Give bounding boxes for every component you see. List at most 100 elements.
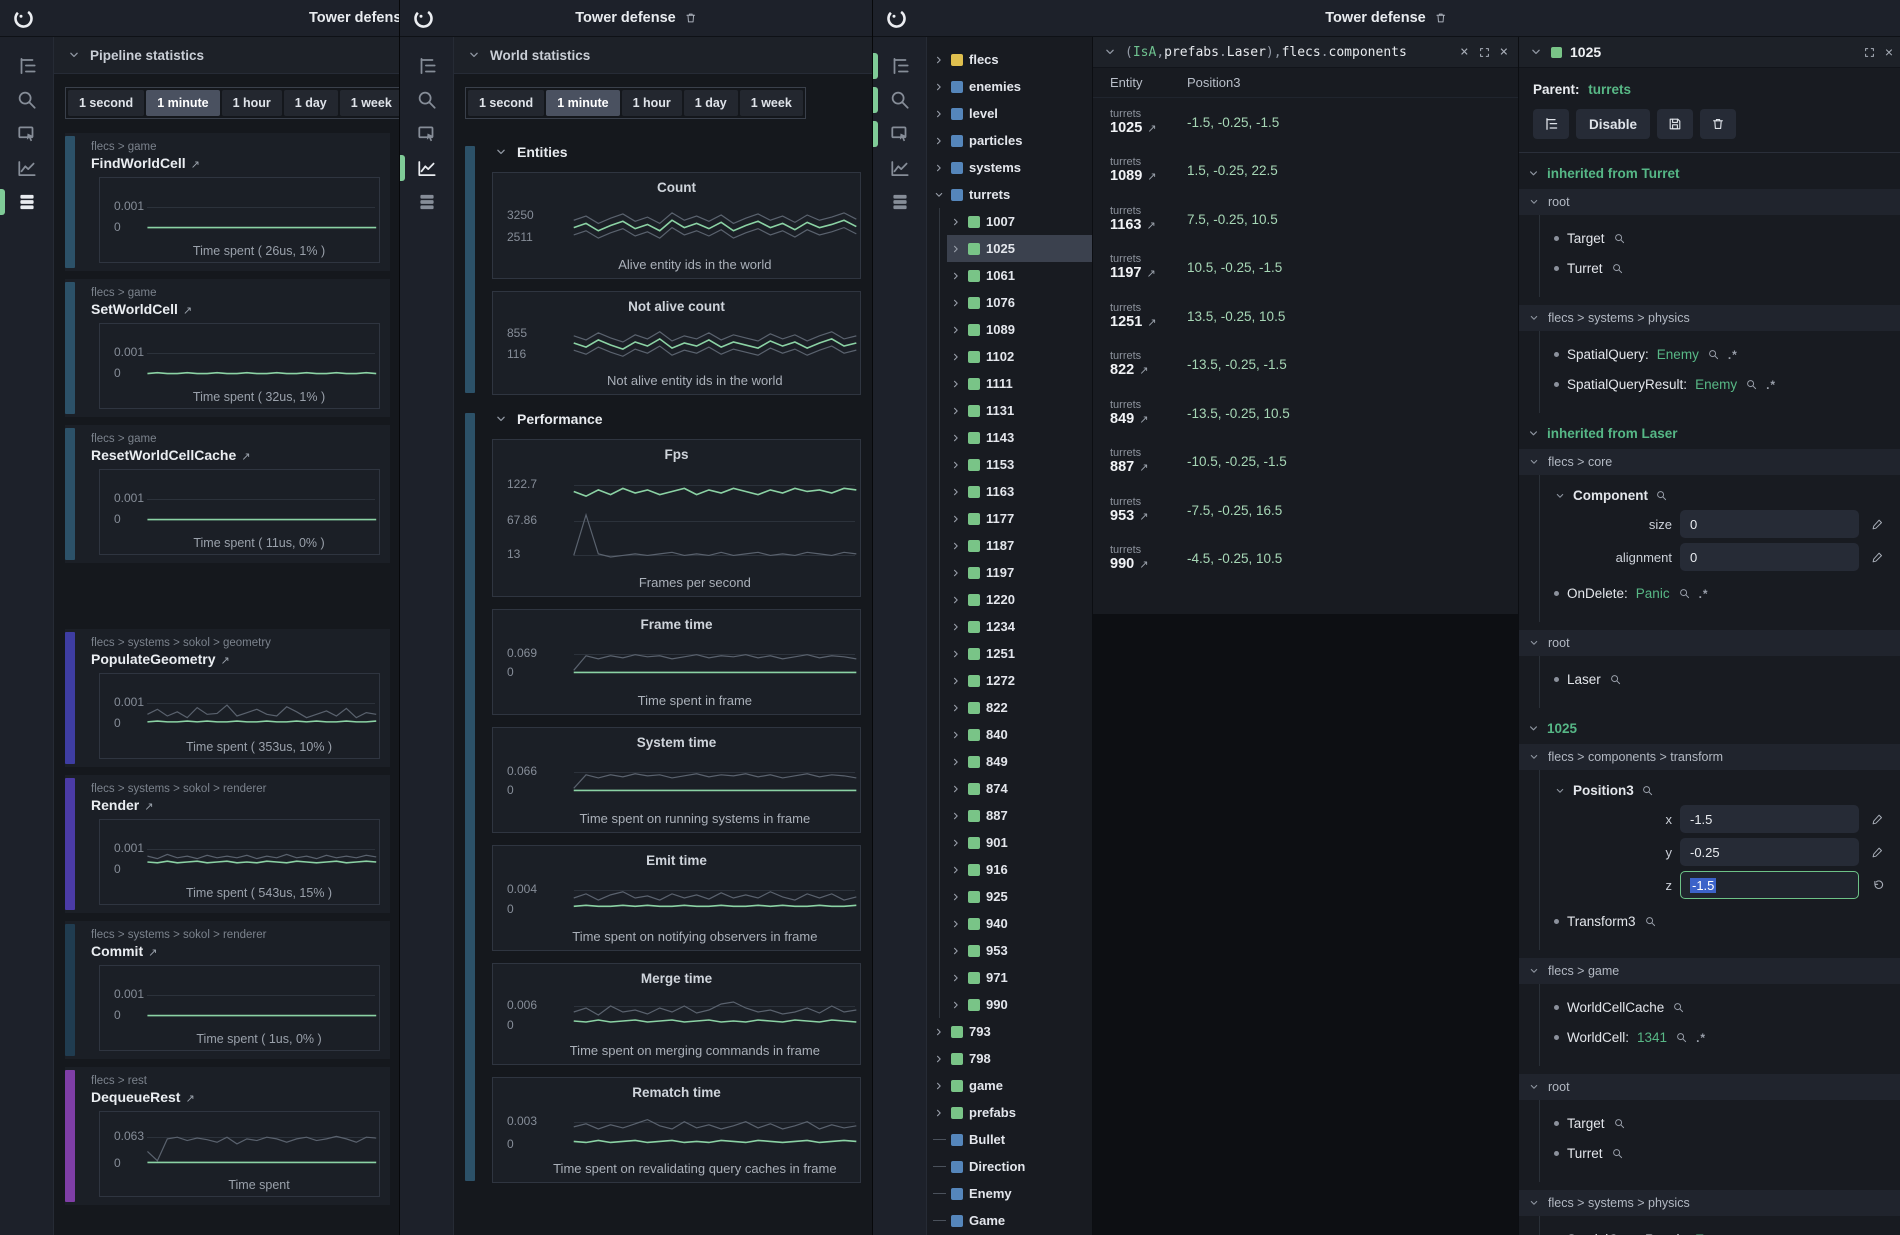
entity-id-link[interactable]: 1163↗ (1110, 217, 1187, 234)
chevron-right-icon[interactable] (950, 486, 962, 498)
select-window-panel-icon[interactable] (873, 117, 926, 151)
field-input-y[interactable]: -0.25 (1680, 838, 1859, 866)
scope-band-root[interactable]: root (1519, 189, 1900, 215)
chevron-right-icon[interactable] (950, 378, 962, 390)
tree-panel-icon[interactable] (0, 49, 53, 83)
entity-id-link[interactable]: 1197↗ (1110, 265, 1187, 282)
pane-header-pipeline-statistics[interactable]: Pipeline statistics (54, 37, 400, 74)
clear-query-icon[interactable]: × (1460, 45, 1468, 59)
pane-header-world-statistics[interactable]: World statistics (454, 37, 873, 74)
chevron-right-icon[interactable] (950, 864, 962, 876)
tree-item-990[interactable]: 990 (927, 991, 1092, 1018)
tree-item-systems[interactable]: systems (927, 154, 1092, 181)
query-bar[interactable]: (IsA, prefabs.Laser), flecs.components ×… (1093, 37, 1518, 68)
select-window-panel-icon[interactable] (400, 117, 453, 151)
chevron-right-icon[interactable] (950, 783, 962, 795)
chevron-right-icon[interactable] (950, 999, 962, 1011)
tree-item-1089[interactable]: 1089 (927, 316, 1092, 343)
search-icon[interactable] (1644, 915, 1657, 928)
tree-item-887[interactable]: 887 (927, 802, 1092, 829)
tree-panel-icon[interactable] (400, 49, 453, 83)
tree-item-1131[interactable]: 1131 (927, 397, 1092, 424)
tables-panel-icon[interactable] (400, 185, 453, 219)
chevron-right-icon[interactable] (950, 243, 962, 255)
tree-item-822[interactable]: 822 (927, 694, 1092, 721)
chevron-right-icon[interactable] (950, 756, 962, 768)
trash-icon[interactable] (684, 11, 698, 25)
chevron-right-icon[interactable] (950, 216, 962, 228)
time-range-1-hour[interactable]: 1 hour (622, 90, 682, 116)
tree-item-1220[interactable]: 1220 (927, 586, 1092, 613)
tree-item-enemies[interactable]: enemies (927, 73, 1092, 100)
chevron-right-icon[interactable] (950, 297, 962, 309)
tree-item-840[interactable]: 840 (927, 721, 1092, 748)
tree-item-1251[interactable]: 1251 (927, 640, 1092, 667)
chevron-right-icon[interactable] (933, 135, 945, 147)
entity-id-link[interactable]: 1025↗ (1110, 120, 1187, 137)
tree-item-Game[interactable]: Game (927, 1207, 1092, 1234)
inspector-section-header[interactable]: inherited from Laser (1527, 426, 1900, 441)
expand-icon[interactable] (1863, 46, 1876, 59)
tree-item-1111[interactable]: 1111 (927, 370, 1092, 397)
time-range-1-second[interactable]: 1 second (468, 90, 544, 116)
chevron-right-icon[interactable] (950, 810, 962, 822)
chevron-right-icon[interactable] (950, 324, 962, 336)
tree-item-1187[interactable]: 1187 (927, 532, 1092, 559)
entity-id-link[interactable]: 822↗ (1110, 362, 1187, 379)
chart-title-link[interactable]: ResetWorldCellCache↗ (91, 447, 390, 463)
chart-title-link[interactable]: SetWorldCell↗ (91, 301, 390, 317)
tree-item-Enemy[interactable]: Enemy (927, 1180, 1092, 1207)
chevron-right-icon[interactable] (933, 1107, 945, 1119)
search-icon[interactable] (1613, 1117, 1626, 1130)
tree-item-901[interactable]: 901 (927, 829, 1092, 856)
chevron-right-icon[interactable] (933, 1026, 945, 1038)
component-value-link[interactable]: Enemy (1695, 377, 1737, 392)
chevron-right-icon[interactable] (950, 837, 962, 849)
search-icon[interactable] (1641, 784, 1654, 797)
wildcard-pair-icon[interactable]: .* (1766, 378, 1776, 392)
tree-item-971[interactable]: 971 (927, 964, 1092, 991)
tree-item-game[interactable]: game (927, 1072, 1092, 1099)
tree-item-Bullet[interactable]: Bullet (927, 1126, 1092, 1153)
chevron-right-icon[interactable] (950, 270, 962, 282)
save-button[interactable] (1657, 109, 1693, 139)
chart-panel-icon[interactable] (873, 151, 926, 185)
search-icon[interactable] (1745, 378, 1758, 391)
chevron-right-icon[interactable] (950, 918, 962, 930)
disable-button[interactable]: Disable (1576, 109, 1650, 139)
close-icon[interactable]: × (1885, 45, 1893, 59)
chevron-right-icon[interactable] (950, 432, 962, 444)
tables-panel-icon[interactable] (873, 185, 926, 219)
entity-id-link[interactable]: 887↗ (1110, 459, 1187, 476)
select-window-panel-icon[interactable] (0, 117, 53, 151)
time-range-1-week[interactable]: 1 week (740, 90, 803, 116)
tree-item-874[interactable]: 874 (927, 775, 1092, 802)
tree-item-793[interactable]: 793 (927, 1018, 1092, 1045)
chevron-right-icon[interactable] (933, 81, 945, 93)
scope-band-flecs-components-transform[interactable]: flecs > components > transform (1519, 744, 1900, 770)
time-range-1-day[interactable]: 1 day (284, 90, 338, 116)
search-panel-icon[interactable] (873, 83, 926, 117)
field-input-z[interactable]: -1.5 (1680, 871, 1859, 899)
close-icon[interactable]: × (1500, 45, 1508, 59)
entity-id-link[interactable]: 953↗ (1110, 508, 1187, 525)
tree-panel-icon[interactable] (873, 49, 926, 83)
chevron-right-icon[interactable] (950, 702, 962, 714)
scope-band-flecs-systems-physics[interactable]: flecs > systems > physics (1519, 1190, 1900, 1216)
search-icon[interactable] (1609, 673, 1622, 686)
component-header[interactable]: Component (1554, 488, 1889, 503)
chevron-down-icon[interactable] (1103, 45, 1117, 59)
chart-title-link[interactable]: Render↗ (91, 797, 390, 813)
chevron-right-icon[interactable] (950, 405, 962, 417)
tree-item-prefabs[interactable]: prefabs (927, 1099, 1092, 1126)
tree-item-1007[interactable]: 1007 (927, 208, 1092, 235)
chevron-right-icon[interactable] (950, 729, 962, 741)
chevron-down-icon[interactable] (1529, 45, 1543, 59)
scope-band-root[interactable]: root (1519, 1074, 1900, 1100)
tree-item-1061[interactable]: 1061 (927, 262, 1092, 289)
parent-value-link[interactable]: turrets (1588, 82, 1631, 97)
chart-title-link[interactable]: FindWorldCell↗ (91, 155, 390, 171)
section-header[interactable]: Entities (494, 144, 861, 160)
tree-item-925[interactable]: 925 (927, 883, 1092, 910)
field-input-alignment[interactable]: 0 (1680, 543, 1859, 571)
